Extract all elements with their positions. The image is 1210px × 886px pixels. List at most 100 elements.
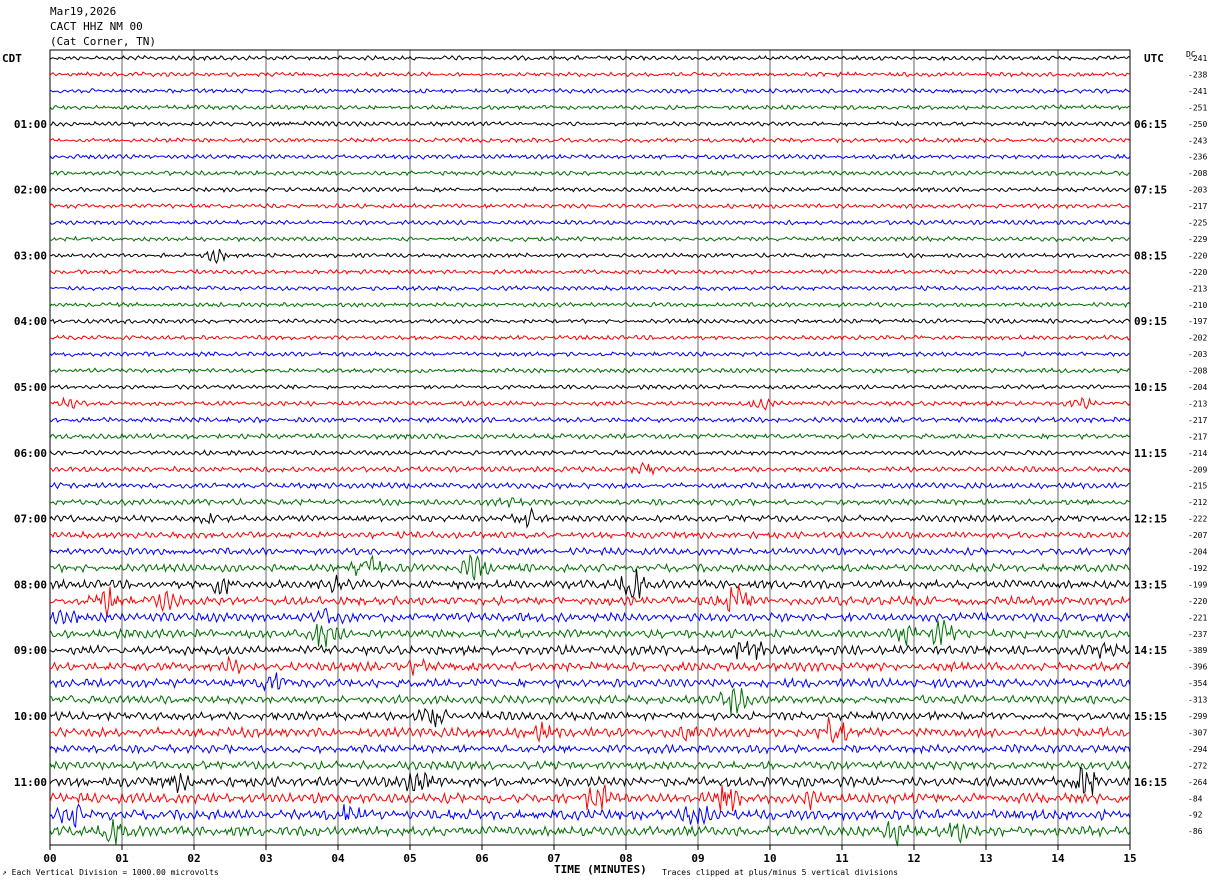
- dc-offset-label: -204: [1188, 383, 1207, 392]
- dc-offset-label: -208: [1188, 169, 1207, 178]
- x-tick-label: 11: [835, 852, 849, 865]
- dc-offset-label: -84: [1188, 794, 1203, 803]
- dc-offset-label: -237: [1188, 630, 1207, 639]
- x-tick-label: 13: [979, 852, 992, 865]
- dc-offset-label: -203: [1188, 350, 1207, 359]
- left-time-label: 02:00: [14, 184, 47, 197]
- trace-line: [49, 546, 1131, 557]
- dc-offset-label: -210: [1188, 301, 1207, 310]
- right-time-label: 14:15: [1134, 644, 1167, 657]
- trace-line: [49, 103, 1131, 111]
- clip-note: Traces clipped at plus/minus 5 vertical …: [662, 868, 899, 877]
- x-tick-label: 09: [691, 852, 704, 865]
- dc-offset-label: -243: [1188, 136, 1207, 145]
- trace-line: [49, 317, 1131, 325]
- scale-note: ↗ Each Vertical Division = 1000.00 micro…: [2, 868, 219, 877]
- dc-offset-label: -214: [1188, 449, 1207, 458]
- dc-offset-label: -299: [1188, 712, 1207, 721]
- right-time-label: 09:15: [1134, 315, 1167, 328]
- x-tick-label: 01: [115, 852, 129, 865]
- trace-line: [49, 186, 1131, 193]
- trace-line: [49, 169, 1131, 177]
- trace-line: [49, 416, 1131, 424]
- dc-offset-label: -294: [1188, 745, 1207, 754]
- trace-line: [49, 248, 1131, 265]
- x-tick-label: 05: [403, 852, 416, 865]
- dc-offset-label: -241: [1188, 87, 1207, 96]
- dc-offset-label: -199: [1188, 580, 1207, 589]
- x-axis-title: TIME (MINUTES): [554, 863, 647, 876]
- dc-offset-label: -213: [1188, 399, 1207, 408]
- dc-offset-label: -203: [1188, 186, 1207, 195]
- dc-offset-label: -217: [1188, 432, 1207, 441]
- dc-offset-label: -250: [1188, 120, 1207, 129]
- dc-offset-label: -207: [1188, 531, 1207, 540]
- x-tick-label: 04: [331, 852, 345, 865]
- dc-offset-label: -192: [1188, 564, 1207, 573]
- trace-line: [49, 553, 1131, 581]
- dc-offset-label: -272: [1188, 761, 1207, 770]
- left-time-label: 01:00: [14, 118, 47, 131]
- x-tick-label: 10: [763, 852, 776, 865]
- trace-line: [49, 619, 1131, 648]
- dc-offset-label: -229: [1188, 235, 1207, 244]
- trace-line: [49, 607, 1131, 625]
- right-time-label: 10:15: [1134, 381, 1167, 394]
- trace-line: [49, 568, 1131, 599]
- right-time-label: 16:15: [1134, 776, 1167, 789]
- dc-offset-label: -92: [1188, 811, 1203, 820]
- trace-line: [49, 506, 1131, 529]
- trace-line: [49, 367, 1131, 374]
- dc-offset-label: -220: [1188, 251, 1207, 260]
- dc-offset-label: -215: [1188, 482, 1207, 491]
- x-tick-label: 12: [907, 852, 920, 865]
- dc-offset-label: -264: [1188, 778, 1207, 787]
- left-time-label: 04:00: [14, 315, 47, 328]
- trace-line: [49, 153, 1131, 161]
- dc-offset-label: -396: [1188, 663, 1207, 672]
- trace-line: [49, 530, 1131, 540]
- left-time-label: 06:00: [14, 447, 47, 460]
- dc-offset-label: -209: [1188, 465, 1207, 474]
- trace-line: [49, 497, 1131, 508]
- x-tick-label: 06: [475, 852, 489, 865]
- dc-offset-label: -217: [1188, 202, 1207, 211]
- left-time-label: 05:00: [14, 381, 47, 394]
- trace-line: [49, 585, 1131, 617]
- dc-offset-label: -86: [1188, 827, 1203, 836]
- dc-offset-label: -220: [1188, 268, 1207, 277]
- dc-offset-label: -197: [1188, 317, 1207, 326]
- trace-line: [49, 350, 1131, 358]
- scale-note-text: Each Vertical Division = 1000.00 microvo…: [11, 868, 219, 877]
- right-time-label: 12:15: [1134, 513, 1167, 526]
- dc-offset-label: -313: [1188, 696, 1207, 705]
- trace-line: [49, 449, 1131, 457]
- dc-offset-label: -213: [1188, 284, 1207, 293]
- trace-line: [49, 803, 1131, 828]
- trace-line: [49, 640, 1131, 660]
- dc-offset-label: -236: [1188, 153, 1207, 162]
- x-tick-label: 00: [43, 852, 56, 865]
- right-time-label: 13:15: [1134, 578, 1167, 591]
- left-time-label: 09:00: [14, 644, 47, 657]
- trace-line: [49, 136, 1131, 144]
- trace-line: [49, 284, 1131, 292]
- trace-line: [49, 87, 1131, 95]
- trace-line: [49, 759, 1131, 772]
- trace-line: [50, 396, 1131, 411]
- x-tick-label: 15: [1123, 852, 1136, 865]
- dc-offset-label: -208: [1188, 367, 1207, 376]
- right-time-label: 08:15: [1134, 249, 1167, 262]
- dc-offset-label: -354: [1188, 679, 1207, 688]
- right-time-label: 06:15: [1134, 118, 1167, 131]
- trace-line: [49, 54, 1131, 62]
- trace-line: [49, 655, 1131, 676]
- x-tick-label: 02: [187, 852, 200, 865]
- left-time-label: 03:00: [14, 249, 47, 262]
- trace-line: [49, 461, 1131, 477]
- trace-line: [49, 784, 1131, 812]
- dc-offset-label: -238: [1188, 70, 1207, 79]
- trace-line: [49, 202, 1131, 210]
- trace-line: [49, 71, 1131, 78]
- dc-offset-label: -241: [1188, 54, 1207, 63]
